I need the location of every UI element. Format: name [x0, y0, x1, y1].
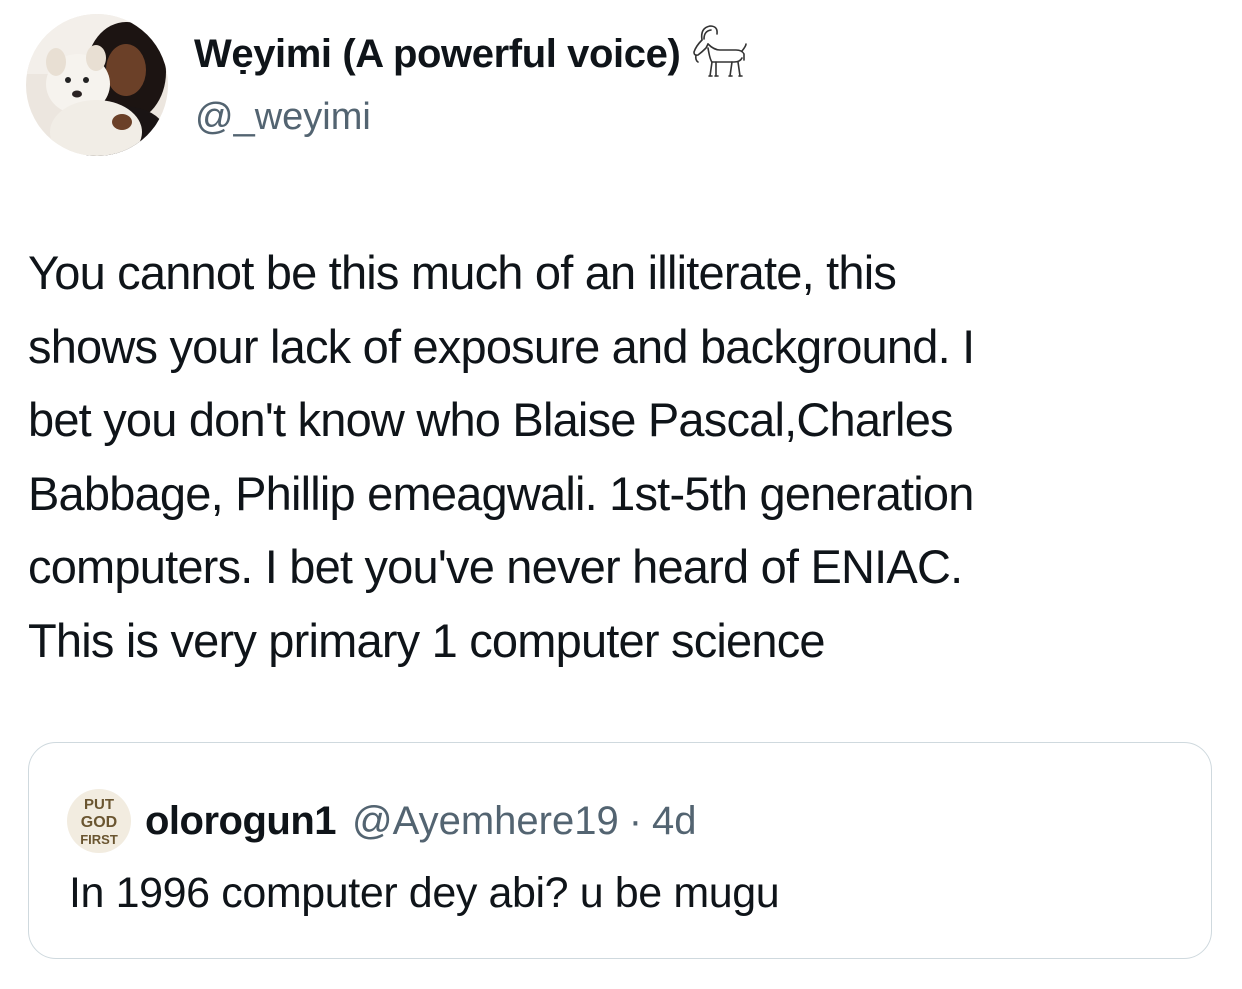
avatar-photo-icon	[26, 14, 168, 156]
quoted-avatar-icon: PUT GOD FIRST	[67, 789, 131, 853]
quoted-author-avatar[interactable]: PUT GOD FIRST	[67, 789, 131, 853]
tweet: Wẹyimi (A powerful voice) @_weyimi You c…	[0, 0, 1242, 989]
goat-icon	[680, 25, 750, 89]
quoted-display-name[interactable]: olorogun1	[145, 799, 337, 844]
author-display-name[interactable]: Wẹyimi (A powerful voice)	[194, 26, 681, 82]
author-handle[interactable]: @_weyimi	[195, 92, 371, 142]
quoted-tweet-card[interactable]: PUT GOD FIRST olorogun1 @Ayemhere19 · 4d…	[28, 742, 1212, 959]
quoted-tweet-text: In 1996 computer dey abi? u be mugu	[69, 869, 780, 917]
author-name-row: Wẹyimi (A powerful voice)	[194, 25, 750, 89]
avatar-text-put: PUT	[84, 796, 114, 813]
quoted-timestamp[interactable]: 4d	[652, 799, 697, 844]
avatar-text-god: GOD	[81, 814, 117, 831]
goat-emoji-icon	[693, 25, 748, 77]
tweet-text: You cannot be this much of an illiterate…	[28, 246, 975, 667]
separator-dot: ·	[628, 798, 643, 843]
quoted-handle[interactable]: @Ayemhere19	[352, 799, 619, 844]
quoted-tweet-header: PUT GOD FIRST olorogun1 @Ayemhere19 · 4d	[67, 789, 697, 853]
avatar-text-first: FIRST	[80, 832, 118, 847]
author-avatar[interactable]	[26, 14, 168, 156]
